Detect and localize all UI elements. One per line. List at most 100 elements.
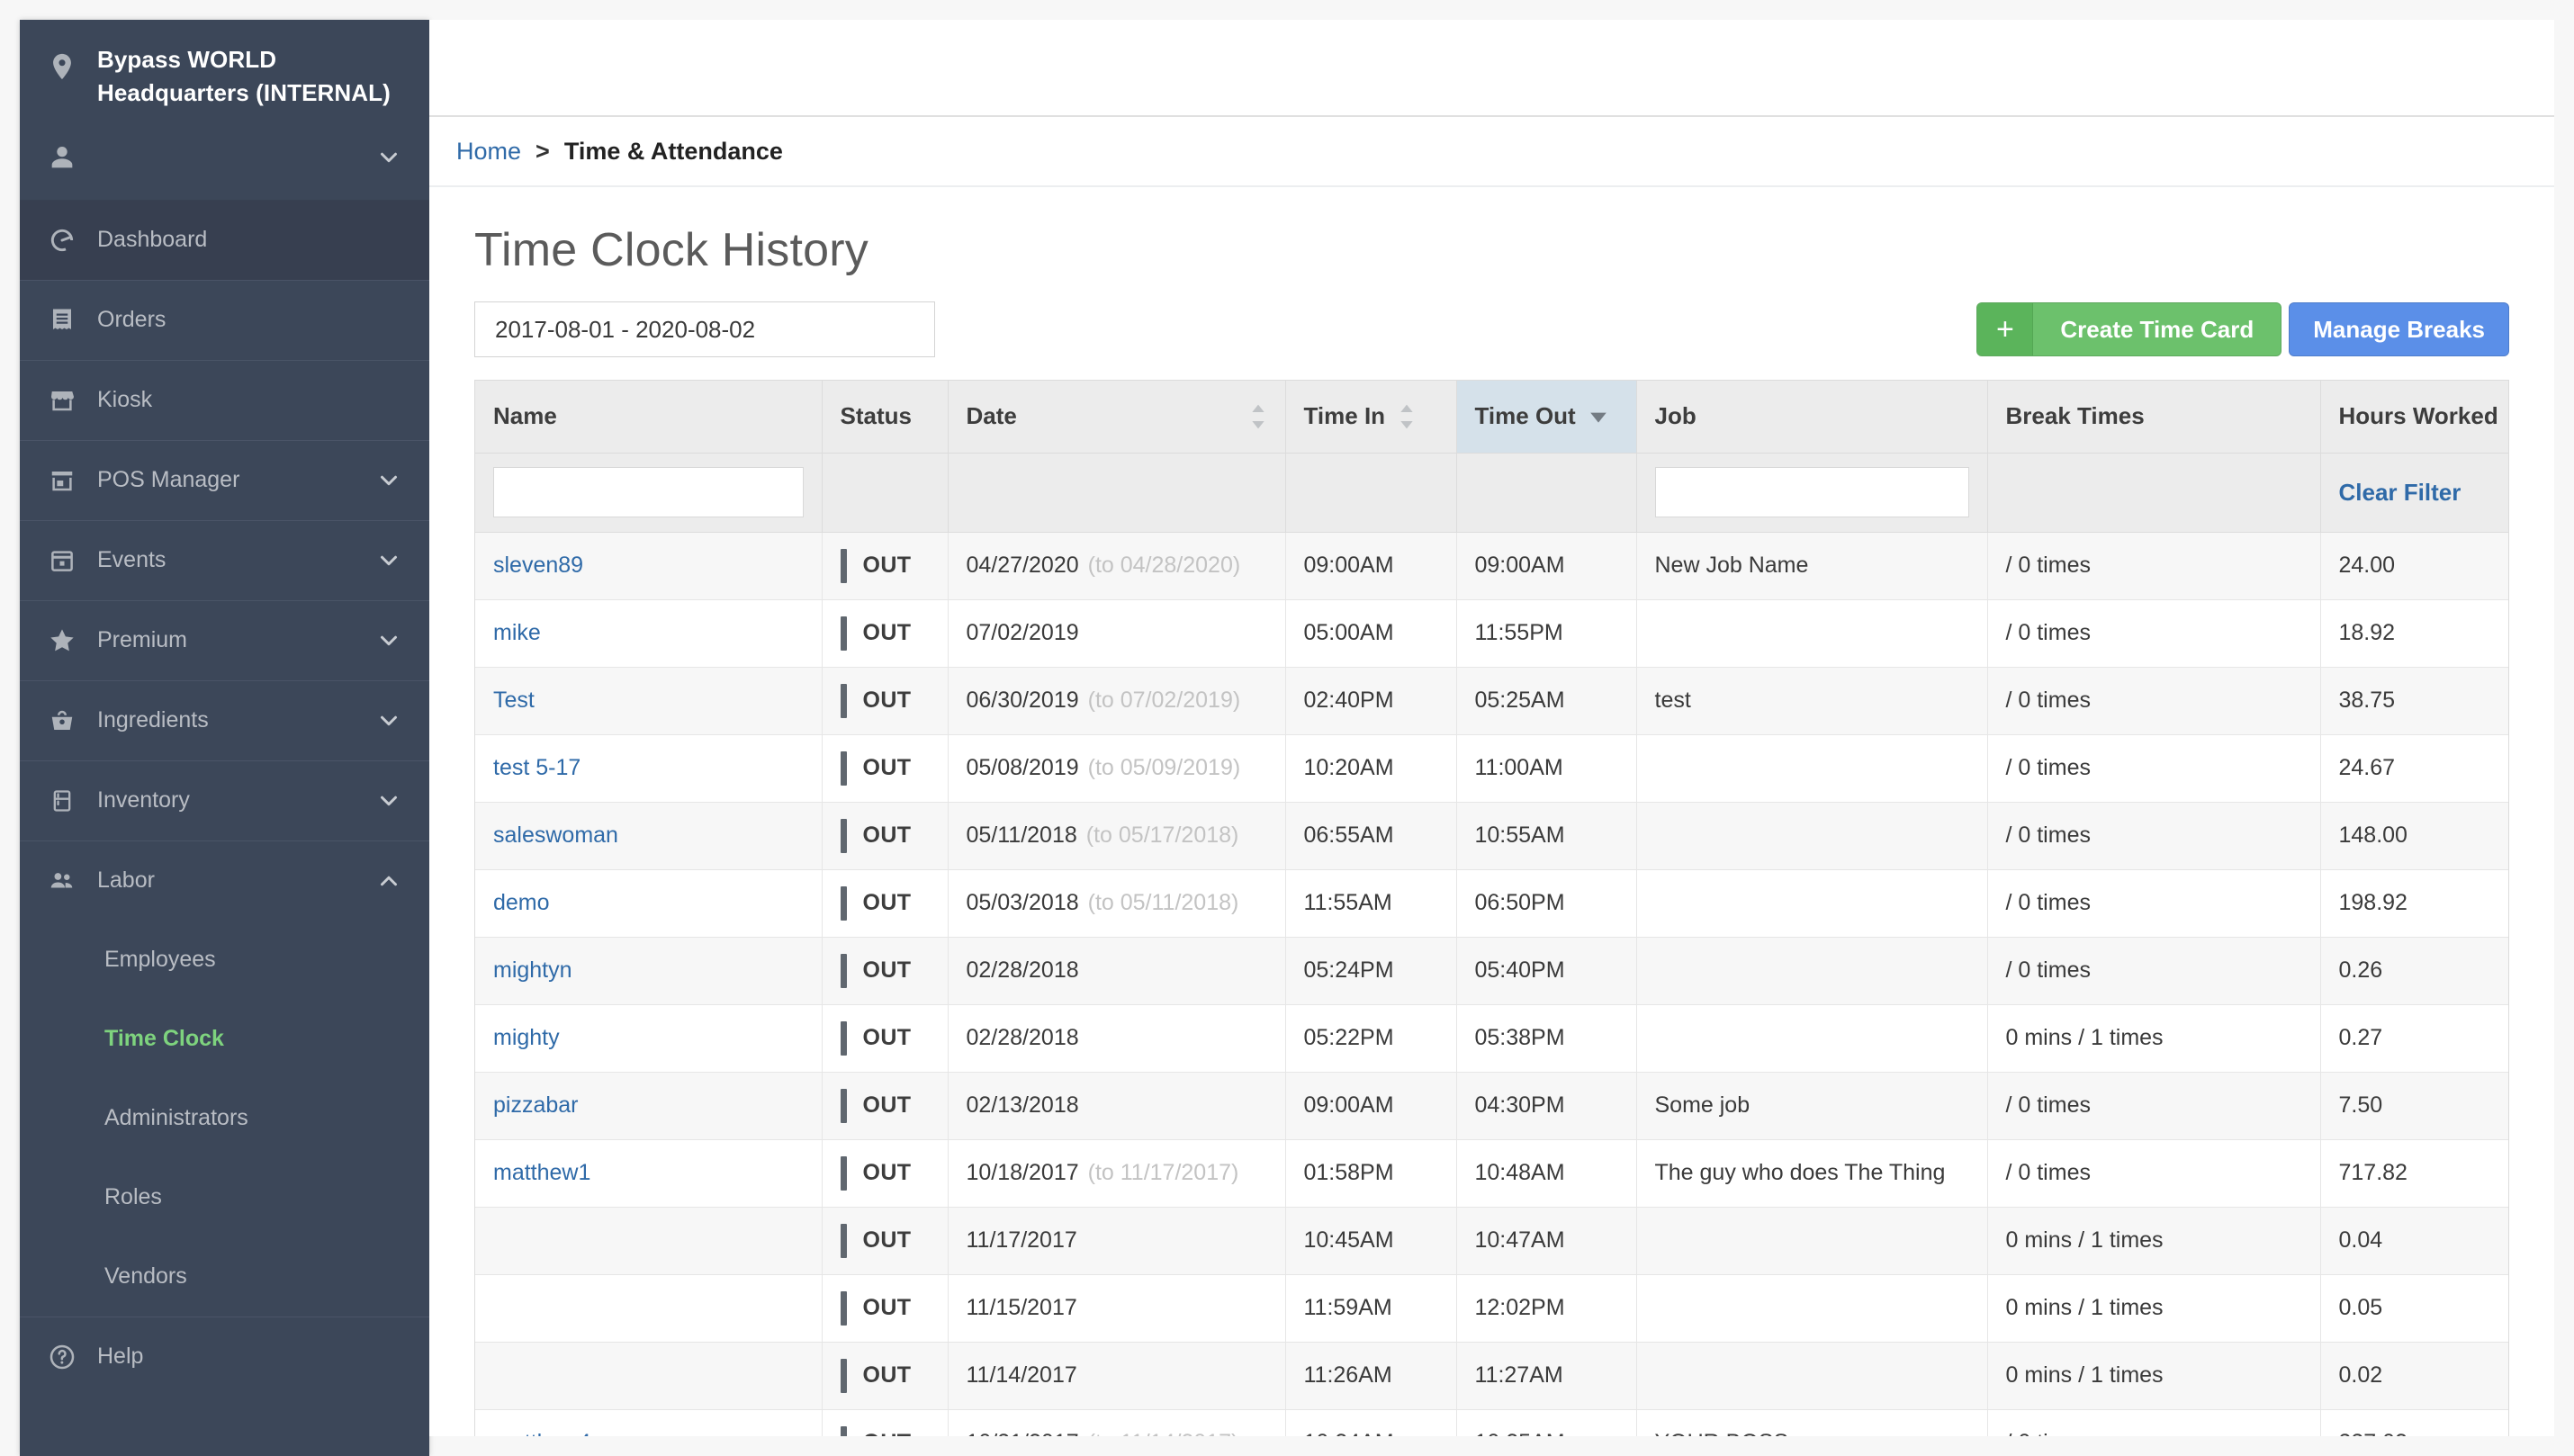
status-badge: OUT: [840, 1155, 930, 1191]
cell-time-in: 09:00AM: [1285, 1072, 1457, 1140]
employee-name-link[interactable]: matthew1: [493, 1160, 590, 1185]
cell-date: 02/28/2018: [948, 937, 1286, 1005]
cell-hours-worked: 24.00: [2320, 532, 2508, 600]
sort-both-icon: [1398, 403, 1416, 430]
cell-date: 11/14/2017: [948, 1342, 1286, 1410]
date-value: 05/08/2019: [966, 755, 1079, 780]
employee-name-link[interactable]: mike: [493, 620, 541, 645]
cell-time-in: 05:00AM: [1285, 599, 1457, 668]
status-badge: OUT: [840, 953, 930, 988]
cell-time-in: 01:58PM: [1285, 1139, 1457, 1208]
cell-date: 02/28/2018: [948, 1004, 1286, 1073]
sidebar-item-labor[interactable]: Labor: [20, 840, 429, 921]
sidebar-item-kiosk[interactable]: Kiosk: [20, 359, 429, 440]
date-to-value: (to 11/17/2017): [1087, 1160, 1239, 1185]
sidebar-item-dashboard[interactable]: Dashboard: [20, 199, 429, 280]
column-header-date[interactable]: Date: [948, 381, 1286, 454]
cell-break-times: / 0 times: [1987, 599, 2321, 668]
sidebar-subitem-roles[interactable]: Roles: [20, 1158, 429, 1237]
cell-break-times: / 0 times: [1987, 1139, 2321, 1208]
status-label: OUT: [862, 1227, 912, 1253]
cell-status: OUT: [822, 532, 949, 600]
content-card: Home > Time & Attendance Time Clock Hist…: [429, 117, 2554, 1436]
employee-name-link[interactable]: matthew4: [493, 1430, 590, 1436]
table-row[interactable]: OUT 11/17/2017 10:45AM 10:47AM 0 mins / 1 ti…: [475, 1207, 2508, 1275]
sidebar-subitem-employees[interactable]: Employees: [20, 921, 429, 1000]
employee-name-link[interactable]: saleswoman: [493, 822, 618, 848]
create-time-card-button[interactable]: + Create Time Card: [1976, 302, 2282, 356]
date-range-value: 2017-08-01 - 2020-08-02: [495, 315, 756, 343]
cell-status: OUT: [822, 1072, 949, 1140]
employee-name-link[interactable]: Test: [493, 688, 535, 713]
sidebar-item-events[interactable]: Events: [20, 519, 429, 600]
employee-name-link[interactable]: test 5-17: [493, 755, 580, 780]
cell-hours-worked: 0.02: [2320, 1342, 2508, 1410]
sidebar-subitem-time-clock[interactable]: Time Clock: [20, 1000, 429, 1079]
date-value: 02/28/2018: [966, 957, 1079, 983]
cell-break-times: 0 mins / 1 times: [1987, 1274, 2321, 1343]
table-row[interactable]: mike OUT 07/02/2019 05:00AM 11:55PM / 0 times…: [475, 599, 2508, 668]
column-header-break-times[interactable]: Break Times: [1987, 381, 2321, 454]
column-header-label: Date: [966, 402, 1017, 430]
cell-name: [475, 1342, 823, 1410]
date-value: 11/14/2017: [966, 1362, 1077, 1388]
name-filter-input[interactable]: [493, 467, 804, 517]
employee-name-link[interactable]: sleven89: [493, 553, 583, 578]
cell-name: mightyn: [475, 937, 823, 1005]
cell-date: 11/17/2017: [948, 1207, 1286, 1275]
table-row[interactable]: mightyn OUT 02/28/2018 05:24PM 05:40PM / 0 ti…: [475, 937, 2508, 1005]
employee-name-link[interactable]: demo: [493, 890, 550, 915]
sidebar-item-pos-manager[interactable]: POS Manager: [20, 439, 429, 520]
status-badge: OUT: [840, 1290, 930, 1326]
table-row[interactable]: pizzabar OUT 02/13/2018 09:00AM 04:30PM Some …: [475, 1072, 2508, 1140]
table-row[interactable]: OUT 11/15/2017 11:59AM 12:02PM 0 mins / 1 ti…: [475, 1274, 2508, 1343]
table-row[interactable]: matthew1 OUT 10/18/2017 (to 11/17/2017) 01:5…: [475, 1139, 2508, 1208]
column-header-job[interactable]: Job: [1636, 381, 1988, 454]
column-header-hours-worked[interactable]: Hours Worked: [2320, 381, 2508, 454]
job-filter-input[interactable]: [1654, 467, 1969, 517]
cell-date: 10/18/2017 (to 11/17/2017): [948, 1139, 1286, 1208]
date-to-value: (to 11/14/2017): [1088, 1430, 1239, 1436]
status-badge: OUT: [840, 683, 930, 718]
table-row[interactable]: matthew4 OUT 10/31/2017 (to 11/14/2017) 10:2…: [475, 1409, 2508, 1436]
column-header-time-out[interactable]: Time Out: [1456, 381, 1637, 454]
sidebar-item-inventory[interactable]: Inventory: [20, 759, 429, 840]
table-row[interactable]: demo OUT 05/03/2018 (to 05/11/2018) 11:55AM 0…: [475, 869, 2508, 938]
column-header-label: Time In: [1303, 402, 1386, 430]
sidebar-item-orders[interactable]: Orders: [20, 279, 429, 360]
cell-hours-worked: 38.75: [2320, 667, 2508, 735]
sidebar-item-ingredients[interactable]: Ingredients: [20, 679, 429, 760]
column-header-time-in[interactable]: Time In: [1285, 381, 1457, 454]
sidebar-subitem-vendors[interactable]: Vendors: [20, 1237, 429, 1317]
table-row[interactable]: Test OUT 06/30/2019 (to 07/02/2019) 02:40PM 0…: [475, 667, 2508, 735]
user-menu[interactable]: [20, 130, 429, 200]
cell-date: 05/11/2018 (to 05/17/2018): [948, 802, 1286, 870]
employee-name-link[interactable]: mighty: [493, 1025, 560, 1050]
employee-name-link[interactable]: mightyn: [493, 957, 572, 983]
cell-time-out: 11:55PM: [1456, 599, 1637, 668]
column-header-status[interactable]: Status: [822, 381, 949, 454]
column-header-name[interactable]: Name: [475, 381, 823, 454]
date-range-picker[interactable]: 2017-08-01 - 2020-08-02: [474, 301, 935, 357]
sidebar-item-help[interactable]: Help: [20, 1316, 429, 1397]
clear-filter-link[interactable]: Clear Filter: [2339, 479, 2462, 506]
table-row[interactable]: test 5-17 OUT 05/08/2019 (to 05/09/2019) 10:…: [475, 734, 2508, 803]
chevron-down-icon: [375, 707, 402, 734]
cell-status: OUT: [822, 1342, 949, 1410]
table-row[interactable]: saleswoman OUT 05/11/2018 (to 05/17/2018) 06…: [475, 802, 2508, 870]
table-row[interactable]: OUT 11/14/2017 11:26AM 11:27AM 0 mins / 1 ti…: [475, 1342, 2508, 1410]
table-row[interactable]: mighty OUT 02/28/2018 05:22PM 05:38PM 0 mins …: [475, 1004, 2508, 1073]
employee-name-link[interactable]: pizzabar: [493, 1092, 579, 1118]
breadcrumb-home-link[interactable]: Home: [456, 138, 521, 166]
manage-breaks-button[interactable]: Manage Breaks: [2289, 302, 2509, 356]
sidebar-item-premium[interactable]: Premium: [20, 599, 429, 680]
site-header[interactable]: Bypass WORLD Headquarters (INTERNAL): [20, 20, 429, 130]
date-to-value: (to 07/02/2019): [1087, 688, 1241, 713]
status-label: OUT: [862, 822, 912, 848]
cell-name: Test: [475, 667, 823, 735]
sidebar: Bypass WORLD Headquarters (INTERNAL) Das…: [20, 20, 429, 1456]
status-label: OUT: [862, 957, 912, 983]
table-row[interactable]: sleven89 OUT 04/27/2020 (to 04/28/2020) 09:0…: [475, 532, 2508, 600]
sidebar-subitem-administrators[interactable]: Administrators: [20, 1079, 429, 1158]
column-header-label: Hours Worked: [2338, 402, 2498, 430]
